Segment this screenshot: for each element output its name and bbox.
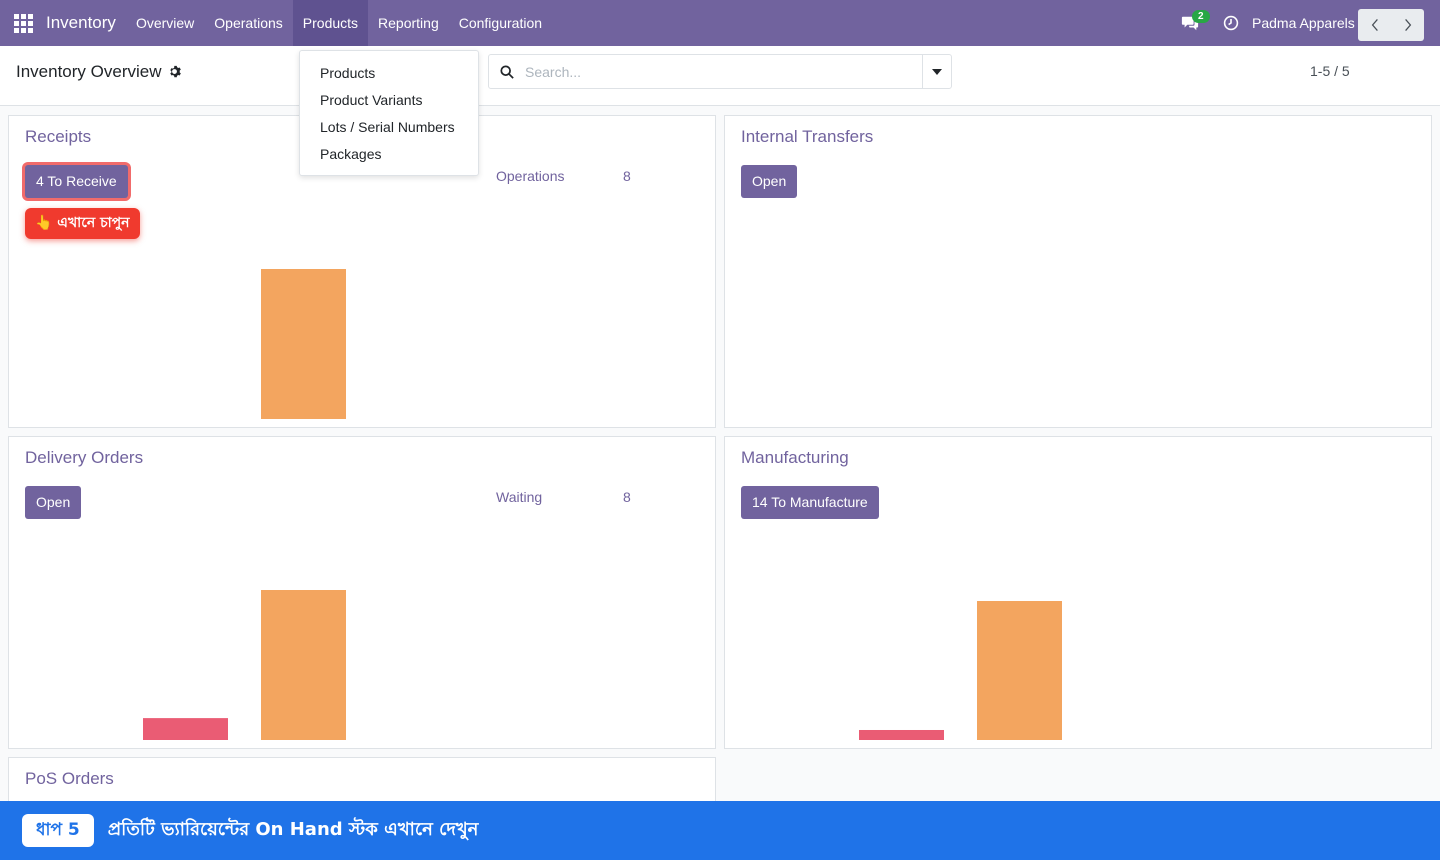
search-options-toggle[interactable]: [922, 55, 951, 88]
dropdown-item-packages[interactable]: Packages: [300, 141, 478, 168]
dropdown-item-product-variants[interactable]: Product Variants: [300, 87, 478, 114]
card-internal-transfers: Internal Transfers Open: [724, 115, 1432, 428]
control-panel: Inventory Overview 1-5 / 5: [0, 46, 1440, 106]
products-dropdown: Products Product Variants Lots / Serial …: [299, 50, 479, 176]
search-input[interactable]: [525, 63, 922, 80]
menu-overview[interactable]: Overview: [126, 0, 204, 46]
chart-bar: [261, 269, 346, 419]
menu-reporting[interactable]: Reporting: [368, 0, 449, 46]
apps-menu-icon[interactable]: [0, 0, 46, 46]
gear-icon[interactable]: [168, 65, 182, 79]
chart-bar: [859, 729, 944, 740]
delivery-chart: [143, 590, 346, 740]
chevron-left-icon: [1371, 18, 1378, 32]
page-title-text: Inventory Overview: [16, 62, 162, 81]
card-title[interactable]: Internal Transfers: [741, 127, 873, 147]
activity-clock-icon[interactable]: [1222, 14, 1240, 32]
manufacturing-chart: [859, 601, 1062, 740]
chart-bar: [261, 590, 346, 740]
chart-bar: [977, 601, 1062, 740]
caret-down-icon: [932, 68, 942, 75]
search-icon: [489, 64, 525, 79]
chart-bar: [143, 718, 228, 740]
card-title[interactable]: PoS Orders: [25, 769, 114, 789]
page-title: Inventory Overview: [16, 62, 182, 82]
step-badge: ধাপ 5: [22, 814, 94, 847]
pager-value[interactable]: 1-5 / 5: [1310, 63, 1350, 79]
card-manufacturing: Manufacturing 14 To Manufacture: [724, 436, 1432, 749]
tutorial-banner: ধাপ 5 প্রতিটি ভ্যারিয়েন্টের On Hand স্ট…: [0, 801, 1440, 860]
pager-previous-button[interactable]: [1358, 9, 1391, 41]
chevron-right-icon: [1404, 18, 1411, 32]
search-bar: [488, 54, 952, 89]
menu-products[interactable]: Products: [292, 0, 369, 46]
dropdown-item-products[interactable]: Products: [300, 60, 478, 87]
chat-count-badge: 2: [1192, 10, 1210, 23]
pager-next-button[interactable]: [1391, 9, 1424, 41]
card-delivery-orders: Delivery Orders Open Waiting 8: [8, 436, 716, 749]
menu-operations[interactable]: Operations: [204, 0, 292, 46]
dropdown-item-lots-serial-numbers[interactable]: Lots / Serial Numbers: [300, 114, 478, 141]
top-navbar: Inventory Overview Operations Products R…: [0, 0, 1440, 46]
menu-configuration[interactable]: Configuration: [449, 0, 552, 46]
banner-text: প্রতিটি ভ্যারিয়েন্টের On Hand স্টক এখান…: [107, 819, 479, 840]
app-brand[interactable]: Inventory: [46, 13, 116, 33]
chat-icon[interactable]: 2: [1176, 0, 1210, 46]
click-here-hint: 👆 এখানে চাপুন: [25, 208, 140, 239]
open-button[interactable]: Open: [741, 165, 798, 198]
